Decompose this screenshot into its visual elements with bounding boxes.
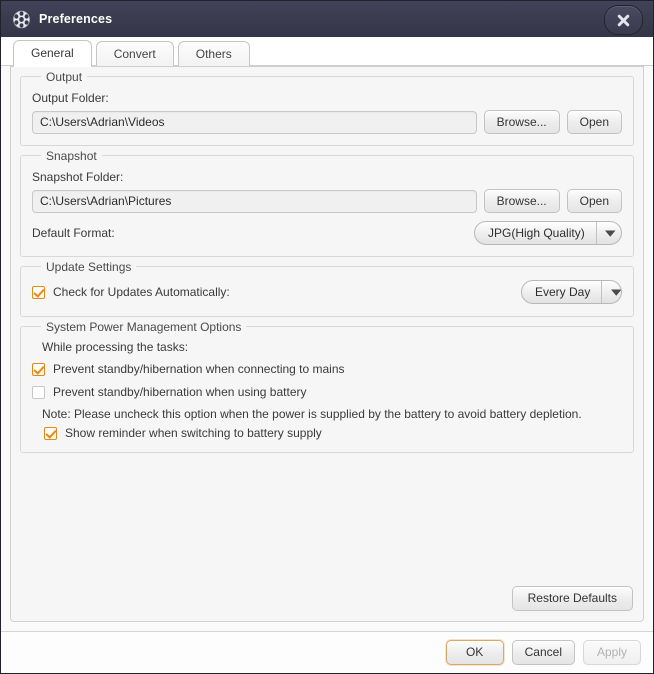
tab-convert[interactable]: Convert (96, 41, 174, 66)
power-management-group: System Power Management Options While pr… (20, 326, 634, 453)
power-management-group-title: System Power Management Options (41, 320, 246, 334)
preferences-dialog: Preferences General Convert Others Outpu… (0, 0, 654, 674)
snapshot-folder-label: Snapshot Folder: (32, 170, 622, 184)
check-updates-label: Check for Updates Automatically: (53, 285, 230, 299)
update-frequency-select[interactable]: Every Day (521, 280, 622, 304)
tab-general[interactable]: General (13, 40, 92, 66)
window-title: Preferences (39, 12, 112, 26)
snapshot-open-button[interactable]: Open (567, 189, 622, 213)
output-folder-input[interactable]: C:\Users\Adrian\Videos (32, 111, 477, 134)
tab-others[interactable]: Others (178, 41, 250, 66)
ok-button[interactable]: OK (446, 640, 504, 665)
update-settings-group-title: Update Settings (41, 260, 136, 274)
output-folder-label: Output Folder: (32, 91, 622, 105)
output-group: Output Output Folder: C:\Users\Adrian\Vi… (20, 76, 634, 146)
show-reminder-label: Show reminder when switching to battery … (65, 426, 322, 440)
show-reminder-checkbox[interactable] (44, 427, 57, 440)
output-open-button[interactable]: Open (567, 110, 622, 134)
title-bar: Preferences (1, 1, 653, 37)
snapshot-folder-input[interactable]: C:\Users\Adrian\Pictures (32, 190, 477, 213)
tab-strip: General Convert Others (1, 37, 653, 66)
cancel-button[interactable]: Cancel (512, 640, 575, 665)
update-settings-group: Update Settings Check for Updates Automa… (20, 266, 634, 317)
apply-button[interactable]: Apply (583, 640, 641, 665)
restore-defaults-button[interactable]: Restore Defaults (512, 586, 633, 611)
snapshot-browse-button[interactable]: Browse... (484, 189, 560, 213)
prevent-standby-battery-checkbox[interactable] (32, 386, 45, 399)
power-intro-text: While processing the tasks: (42, 340, 622, 354)
default-format-label: Default Format: (32, 226, 115, 240)
film-reel-icon (12, 10, 31, 29)
dialog-footer: OK Cancel Apply (1, 631, 653, 673)
output-browse-button[interactable]: Browse... (484, 110, 560, 134)
prevent-standby-mains-label: Prevent standby/hibernation when connect… (53, 362, 345, 376)
general-tab-panel: Output Output Folder: C:\Users\Adrian\Vi… (10, 66, 644, 622)
prevent-standby-mains-checkbox[interactable] (32, 363, 45, 376)
default-format-select[interactable]: JPG(High Quality) (474, 221, 622, 245)
chevron-down-icon (596, 222, 622, 244)
restore-defaults-wrap: Restore Defaults (512, 586, 633, 611)
update-frequency-value: Every Day (522, 281, 601, 303)
snapshot-group: Snapshot Snapshot Folder: C:\Users\Adria… (20, 155, 634, 257)
prevent-standby-battery-label: Prevent standby/hibernation when using b… (53, 385, 307, 399)
output-group-title: Output (41, 70, 87, 84)
default-format-value: JPG(High Quality) (475, 222, 596, 244)
close-icon[interactable] (604, 5, 643, 35)
check-updates-checkbox[interactable] (32, 286, 45, 299)
snapshot-group-title: Snapshot (41, 149, 102, 163)
battery-note-text: Note: Please uncheck this option when th… (42, 407, 622, 421)
chevron-down-icon (601, 281, 622, 303)
